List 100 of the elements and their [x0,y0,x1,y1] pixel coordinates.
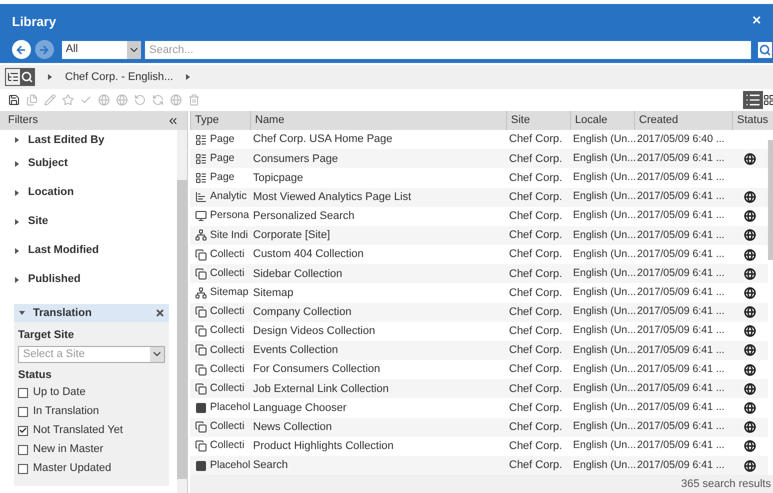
filters-title: Filters [8,113,38,128]
type-text: Analytic [210,189,247,204]
table-row[interactable]: Analytic Most Viewed Analytics Page List Chef Corp. English (Un...2017/05/09 6:41 ... [190,188,768,207]
scope-dropdown[interactable]: All [62,40,142,58]
page-icon [195,134,207,146]
checkbox[interactable] [18,406,28,416]
stack-icon [195,344,207,356]
locale-cell-text: English (Un... [572,419,634,434]
breadcrumb-arrow-icon [185,74,192,80]
name-cell-text: Most Viewed Analytics Page List [252,190,412,205]
field-label: Status [17,368,53,382]
filter-group-title: Translation [33,306,92,321]
site-cell-text: Chef Corp. [508,400,564,416]
checkbox-label: In Translation [33,404,100,420]
name-cell-text: For Consumers Collection [252,362,382,378]
save-icon[interactable] [8,94,20,106]
type-text: Site Indi [210,228,248,243]
monitor-icon [195,210,207,222]
filter-group-header[interactable]: Subject [14,149,169,178]
filter-group-header[interactable]: Published [14,265,169,294]
stack-icon [195,306,207,318]
table-row[interactable]: Collecti Events Collection Chef Corp. English (Un...2017/05/09 6:41 ... [190,340,768,360]
site-cell-text: Chef Corp. [508,190,564,205]
created-cell-text: 2017/05/09 6:41 ... [636,266,726,281]
site-cell-text: Chef Corp. [508,439,564,454]
name-cell-text: Corporate [Site] [252,228,332,244]
results-count: 365 search results [681,476,771,492]
created-cell-text: 2017/05/09 6:40 ... [636,132,726,147]
filter-group-header[interactable]: Site [14,207,169,236]
checkbox[interactable] [18,444,28,454]
site-cell-text: Chef Corp. [508,152,564,166]
stack-icon [195,382,207,395]
type-text: Persona [210,208,250,224]
created-cell-text: 2017/05/09 6:41 ... [636,438,726,454]
filter-group-header[interactable]: Location [14,178,169,207]
locale-cell-text: English (Un... [572,400,634,416]
name-cell-text: Sidebar Collection [252,266,344,282]
stack-icon [195,248,207,261]
close-button[interactable]: × [752,10,761,33]
stack-icon [195,364,207,376]
search-button[interactable] [757,40,773,58]
created-cell-text: 2017/05/09 6:41 ... [636,323,726,338]
type-text: Collecti [210,246,244,262]
locale-cell-text: English (Un... [572,208,634,224]
search-field[interactable]: Search... [145,40,752,58]
collapsed-caret-icon [14,218,20,224]
locale-cell-text: English (Un... [572,458,634,473]
scrollbar[interactable] [177,130,187,493]
table-row[interactable]: Site Indi Corporate [Site] Chef Corp. English (Un...2017/05/09 6:41 ... [190,226,768,246]
table-row[interactable]: Placehol Search Chef Corp. English (Un...2017/05/09 6:41 ... [190,456,768,476]
page-icon [195,172,207,184]
site-cell-text: Chef Corp. [508,304,564,320]
locale-cell-text: English (Un... [572,170,634,186]
created-cell-text: 2017/05/09 6:41 ... [636,342,726,358]
name-cell-text: Language Chooser [252,400,348,416]
table-row[interactable]: Collecti Sidebar Collection Chef Corp. English (Un...2017/05/09 6:41 ... [190,264,768,284]
name-cell-text: Design Videos Collection [252,324,376,340]
created-cell-text: 2017/05/09 6:41 ... [636,380,726,396]
name-cell-text: Consumers Page [252,152,339,166]
name-cell-text: Chef Corp. USA Home Page [252,132,394,148]
created-cell-text: 2017/05/09 6:41 ... [636,458,726,473]
star-icon[interactable] [62,94,74,106]
type-text: Collecti [210,323,244,338]
site-cell-text: Chef Corp. [508,228,564,244]
type-text: Collecti [210,419,244,434]
check-icon[interactable] [80,94,92,106]
filter-group-header[interactable]: Last Edited By [14,131,169,149]
search-view-button[interactable] [20,69,34,85]
collapsed-caret-icon [14,190,20,196]
field-label: Target Site [17,328,76,343]
back-button[interactable] [12,40,31,59]
checkbox[interactable] [18,388,28,398]
type-text: Collecti [210,362,244,377]
filter-group-header[interactable]: Translation [14,304,169,322]
name-cell-text: Search [252,458,289,474]
name-cell-text: Job External Link Collection [252,382,390,397]
list-view-button[interactable] [743,91,763,109]
type-text: Collecti [210,304,244,320]
created-cell-text: 2017/05/09 6:41 ... [636,285,726,300]
table-row[interactable]: Collecti Job External Link Collection Chef Corp. English (Un...2017/05/09 6:41 ... [190,379,768,398]
name-cell-text: Events Collection [252,343,339,358]
collapsed-caret-icon [14,160,20,166]
site-cell-text: Chef Corp. [508,170,564,186]
created-cell-text: 2017/05/09 6:41 ... [636,304,726,320]
breadcrumb-item[interactable]: Chef Corp. - English... [65,68,174,86]
stack-icon [195,421,207,434]
table-row[interactable]: Page Consumers Page Chef Corp. English (Un...2017/05/09 6:41 ... [190,149,768,168]
checkbox[interactable] [18,464,28,474]
table-row[interactable]: Collecti Company Collection Chef Corp. English (Un...2017/05/09 6:41 ... [190,302,768,322]
remove-filter-icon[interactable] [156,309,164,317]
filter-group-title: Subject [28,156,68,172]
locale-cell-text: English (Un... [572,362,634,377]
collapsed-caret-icon [14,248,20,254]
site-cell-text: Chef Corp. [508,132,564,148]
chart-icon [195,191,207,204]
checkbox[interactable] [18,426,28,436]
created-cell-text: 2017/05/09 6:41 ... [636,400,726,416]
table-row[interactable]: Collecti News Collection Chef Corp. English (Un...2017/05/09 6:41 ... [190,418,768,437]
name-cell-text: Company Collection [252,304,352,320]
filter-group-header[interactable]: Last Modified [14,236,169,265]
